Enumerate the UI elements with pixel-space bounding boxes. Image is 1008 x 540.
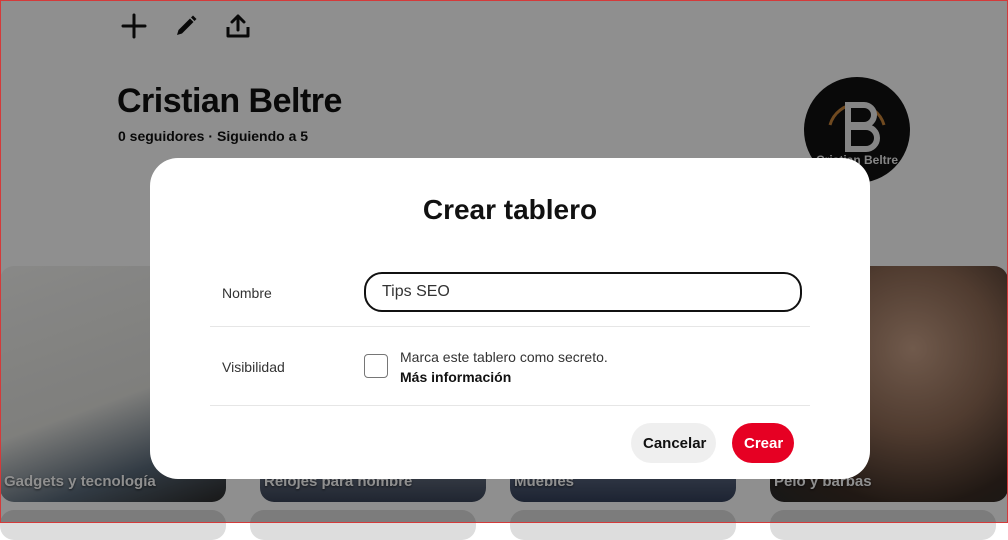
- secret-checkbox[interactable]: [364, 354, 388, 378]
- create-button[interactable]: Crear: [732, 423, 794, 463]
- divider: [210, 326, 810, 327]
- name-label: Nombre: [222, 285, 272, 301]
- divider: [210, 405, 810, 406]
- visibility-label: Visibilidad: [222, 359, 285, 375]
- create-board-dialog: Crear tablero Nombre Visibilidad Marca e…: [150, 158, 870, 479]
- more-info-link[interactable]: Más información: [400, 369, 511, 385]
- dialog-title: Crear tablero: [422, 194, 598, 225]
- board-name-input[interactable]: [364, 272, 802, 312]
- cancel-button[interactable]: Cancelar: [631, 423, 716, 463]
- secret-description: Marca este tablero como secreto.: [400, 349, 608, 365]
